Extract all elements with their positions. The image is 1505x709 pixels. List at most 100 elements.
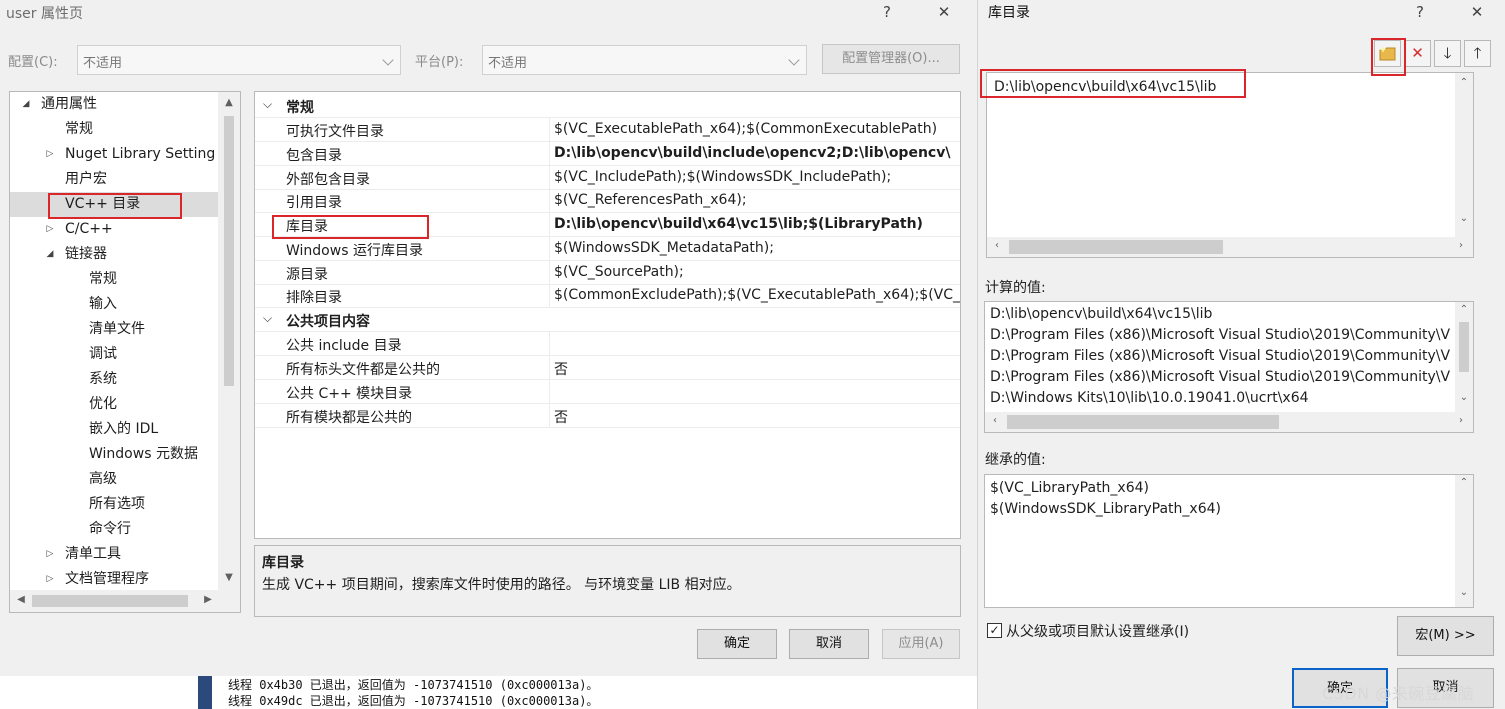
- tree-item[interactable]: ◢ 通用属性: [10, 92, 218, 117]
- entries-listbox[interactable]: D:\lib\opencv\build\x64\vc15\lib ⌃ ⌄ ‹ ›: [986, 72, 1474, 258]
- property-row[interactable]: 可执行文件目录 $(VC_ExecutablePath_x64);$(Common…: [255, 118, 960, 142]
- property-row[interactable]: 源目录 $(VC_SourcePath);: [255, 260, 960, 285]
- entries-vertical-scrollbar[interactable]: ⌃ ⌄: [1455, 73, 1473, 237]
- scroll-up-icon[interactable]: ▲: [221, 97, 237, 108]
- tree-item[interactable]: 优化: [10, 392, 218, 417]
- property-row[interactable]: 公共 C++ 模块目录: [255, 380, 960, 404]
- scroll-up-icon[interactable]: ⌃: [1456, 77, 1472, 88]
- scroll-left-icon[interactable]: ‹: [989, 240, 1005, 251]
- close-button[interactable]: ✕: [930, 0, 958, 24]
- property-row[interactable]: 外部包含目录 $(VC_IncludePath);$(WindowsSDK_Inc…: [255, 165, 960, 190]
- inherited-vertical-scrollbar[interactable]: ⌃ ⌄: [1455, 475, 1473, 607]
- scroll-thumb[interactable]: [1007, 415, 1279, 429]
- scroll-down-icon[interactable]: ⌄: [1456, 587, 1472, 598]
- tree-vertical-scrollbar[interactable]: ▲ ▼: [218, 92, 240, 590]
- property-value[interactable]: $(VC_ReferencesPath_x64);: [554, 192, 960, 208]
- property-row[interactable]: 所有模块都是公共的 否: [255, 404, 960, 428]
- inherit-checkbox-label[interactable]: 从父级或项目默认设置继承(I): [1006, 621, 1189, 641]
- collapsed-icon[interactable]: ▷: [44, 542, 56, 567]
- property-row[interactable]: 所有标头文件都是公共的 否: [255, 356, 960, 380]
- macros-button[interactable]: 宏(M) >>: [1397, 616, 1494, 656]
- scroll-up-icon[interactable]: ⌃: [1456, 477, 1472, 488]
- category-general[interactable]: ⌵ 常规: [255, 94, 960, 118]
- close-button[interactable]: ✕: [1463, 0, 1491, 24]
- property-tree[interactable]: ◢ 通用属性 常规 ▷ Nuget Library Setting 用户宏 VC++ 目录 ▷…: [9, 91, 241, 613]
- property-name: 外部包含目录: [286, 171, 370, 188]
- tree-item[interactable]: ▷ C/C++: [10, 217, 218, 242]
- scroll-down-icon[interactable]: ⌄: [1456, 392, 1472, 403]
- property-row[interactable]: Windows 运行库目录 $(WindowsSDK_MetadataPath);: [255, 236, 960, 261]
- property-value[interactable]: $(VC_SourcePath);: [554, 264, 960, 280]
- scroll-up-icon[interactable]: ⌃: [1456, 304, 1472, 315]
- config-combo[interactable]: 不适用: [77, 45, 401, 75]
- tree-item-label: 常规: [65, 121, 93, 137]
- tree-item[interactable]: 用户宏: [10, 167, 218, 192]
- property-grid[interactable]: ⌵ 常规 可执行文件目录 $(VC_ExecutablePath_x64);$(C…: [254, 91, 961, 539]
- delete-line-button[interactable]: ✕: [1404, 40, 1431, 67]
- property-value[interactable]: $(VC_IncludePath);$(WindowsSDK_IncludePa…: [554, 169, 960, 185]
- property-value[interactable]: $(CommonExcludePath);$(VC_ExecutablePath…: [554, 287, 960, 303]
- collapsed-icon[interactable]: ▷: [44, 142, 56, 167]
- tree-item-label: Nuget Library Setting: [65, 146, 216, 162]
- tree-item[interactable]: 嵌入的 IDL: [10, 417, 218, 442]
- tree-item[interactable]: ◢ 链接器: [10, 242, 218, 267]
- scroll-thumb[interactable]: [1459, 322, 1469, 372]
- help-button[interactable]: ?: [873, 0, 901, 24]
- tree-item[interactable]: 输入: [10, 292, 218, 317]
- computed-vertical-scrollbar[interactable]: ⌃ ⌄: [1455, 302, 1473, 412]
- collapsed-icon[interactable]: ▷: [44, 567, 56, 592]
- property-value[interactable]: $(VC_ExecutablePath_x64);$(CommonExecuta…: [554, 121, 960, 137]
- tree-item[interactable]: Windows 元数据: [10, 442, 218, 467]
- tree-item[interactable]: 所有选项: [10, 492, 218, 517]
- tree-item[interactable]: ▷ 文档管理程序: [10, 567, 218, 592]
- property-value[interactable]: $(WindowsSDK_MetadataPath);: [554, 240, 960, 256]
- scroll-right-icon[interactable]: ›: [1453, 240, 1469, 251]
- scroll-left-icon[interactable]: ◀: [13, 594, 29, 605]
- move-down-button[interactable]: 🡓: [1434, 40, 1461, 67]
- scroll-right-icon[interactable]: ▶: [200, 594, 216, 605]
- tree-item[interactable]: 系统: [10, 367, 218, 392]
- tree-item[interactable]: ▷ 清单工具: [10, 542, 218, 567]
- tree-item[interactable]: 清单文件: [10, 317, 218, 342]
- config-manager-button[interactable]: 配置管理器(O)...: [822, 44, 960, 74]
- property-row[interactable]: 公共 include 目录: [255, 332, 960, 356]
- tree-item[interactable]: 常规: [10, 117, 218, 142]
- property-pages-dialog: user 属性页 ? ✕ 配置(C): 不适用 平台(P): 不适用 配置管理器…: [0, 0, 977, 676]
- inherit-checkbox[interactable]: ✓: [987, 623, 1002, 638]
- property-value[interactable]: D:\lib\opencv\build\x64\vc15\lib;$(Libra…: [554, 216, 960, 232]
- move-up-button[interactable]: 🡑: [1464, 40, 1491, 67]
- property-row[interactable]: 包含目录 D:\lib\opencv\build\include\opencv2;…: [255, 141, 960, 166]
- apply-button[interactable]: 应用(A): [882, 629, 960, 659]
- platform-combo[interactable]: 不适用: [482, 45, 807, 75]
- tree-item[interactable]: 命令行: [10, 517, 218, 542]
- property-value[interactable]: 否: [554, 407, 960, 427]
- scroll-right-icon[interactable]: ›: [1453, 415, 1469, 426]
- expanded-icon[interactable]: ◢: [20, 92, 32, 117]
- ok-button[interactable]: 确定: [697, 629, 777, 659]
- scroll-down-icon[interactable]: ⌄: [1456, 213, 1472, 224]
- collapse-caret-icon[interactable]: ⌵: [263, 311, 272, 326]
- tree-item[interactable]: 调试: [10, 342, 218, 367]
- computed-horizontal-scrollbar[interactable]: ‹ ›: [985, 412, 1473, 432]
- property-value[interactable]: D:\lib\opencv\build\include\opencv2;D:\l…: [554, 145, 960, 161]
- tree-item[interactable]: 高级: [10, 467, 218, 492]
- column-divider: [549, 260, 550, 285]
- scroll-thumb[interactable]: [224, 116, 234, 386]
- tree-item[interactable]: ▷ Nuget Library Setting: [10, 142, 218, 167]
- help-button[interactable]: ?: [1406, 0, 1434, 24]
- cancel-button[interactable]: 取消: [789, 629, 869, 659]
- scroll-thumb[interactable]: [1009, 240, 1223, 254]
- scroll-left-icon[interactable]: ‹: [987, 415, 1003, 426]
- property-value[interactable]: 否: [554, 359, 960, 379]
- category-public[interactable]: ⌵ 公共项目内容: [255, 308, 960, 332]
- scroll-down-icon[interactable]: ▼: [221, 572, 237, 583]
- property-row[interactable]: 排除目录 $(CommonExcludePath);$(VC_Executable…: [255, 284, 960, 309]
- collapse-caret-icon[interactable]: ⌵: [263, 97, 272, 112]
- tree-item[interactable]: 常规: [10, 267, 218, 292]
- scroll-thumb[interactable]: [32, 595, 188, 607]
- entries-horizontal-scrollbar[interactable]: ‹ ›: [987, 237, 1473, 257]
- collapsed-icon[interactable]: ▷: [44, 217, 56, 242]
- property-row[interactable]: 引用目录 $(VC_ReferencesPath_x64);: [255, 189, 960, 214]
- tree-horizontal-scrollbar[interactable]: ◀ ▶: [10, 590, 240, 612]
- expanded-icon[interactable]: ◢: [44, 242, 56, 267]
